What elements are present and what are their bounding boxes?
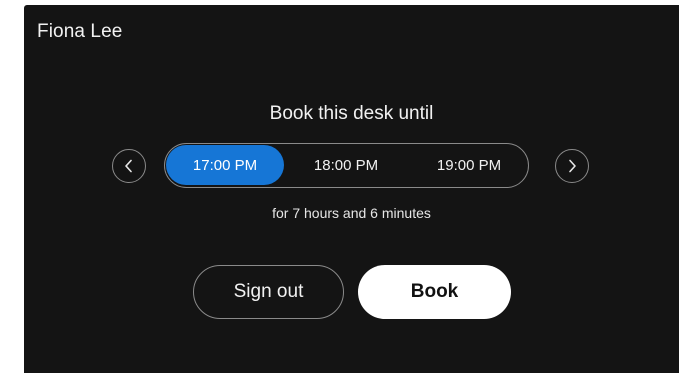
- booking-heading: Book this desk until: [269, 103, 434, 124]
- desk-booking-screen: Fiona Lee Book this desk until 17:00 PM …: [24, 5, 679, 373]
- time-option-1900[interactable]: 19:00 PM: [410, 145, 528, 185]
- book-button[interactable]: Book: [358, 265, 511, 319]
- time-option-1700[interactable]: 17:00 PM: [166, 145, 284, 185]
- user-name: Fiona Lee: [37, 21, 123, 42]
- time-option-1800[interactable]: 18:00 PM: [287, 145, 405, 185]
- booking-duration: for 7 hours and 6 minutes: [272, 205, 431, 221]
- time-picker: 17:00 PM 18:00 PM 19:00 PM: [164, 143, 529, 188]
- sign-out-button[interactable]: Sign out: [193, 265, 344, 319]
- chevron-left-icon: [124, 159, 134, 173]
- previous-time-button[interactable]: [112, 149, 146, 183]
- chevron-right-icon: [567, 159, 577, 173]
- next-time-button[interactable]: [555, 149, 589, 183]
